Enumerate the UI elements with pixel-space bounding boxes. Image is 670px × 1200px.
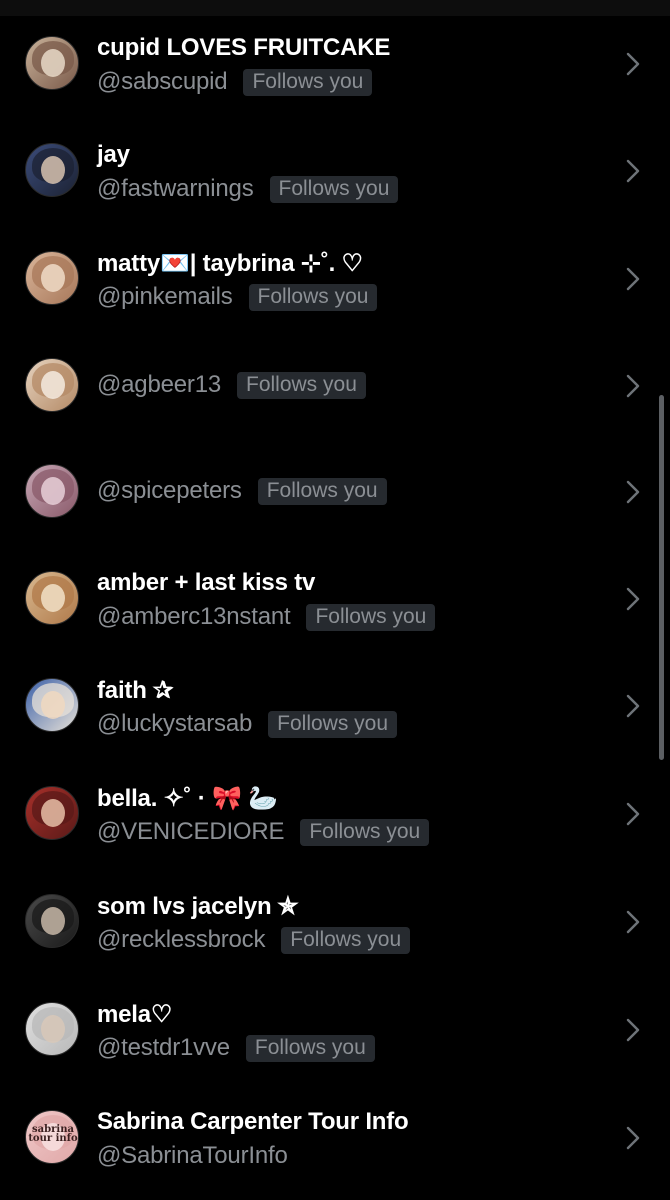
follows-you-badge: Follows you (248, 283, 378, 311)
username-handle: @VENICEDIORE (97, 818, 285, 845)
follows-you-badge: Follows you (268, 710, 398, 738)
display-name: matty💌| taybrina ⊹˚. ♡ (97, 250, 363, 277)
follower-row[interactable]: som lvs jacelyn ✯ @recklessbrock Follows y… (0, 868, 670, 975)
follows-you-badge: Follows you (269, 175, 399, 203)
follows-you-badge: Follows you (237, 371, 366, 399)
display-name: som lvs jacelyn ✯ (97, 893, 298, 920)
avatar[interactable] (25, 358, 79, 412)
avatar-logo-text: sabrina tour info (28, 1124, 78, 1144)
username-handle: @agbeer13 (97, 371, 221, 398)
follower-row[interactable]: @agbeer13 Follows you (0, 332, 670, 439)
username-handle: @testdr1vve (97, 1034, 230, 1061)
chevron-right-icon[interactable] (626, 802, 640, 826)
handle-line: @sabscupid Follows you (97, 67, 373, 97)
avatar[interactable] (25, 571, 79, 625)
avatar[interactable] (25, 678, 79, 732)
avatar[interactable] (25, 143, 79, 197)
follower-row[interactable]: jay @fastwarnings Follows you (0, 117, 670, 224)
username-handle: @pinkemails (97, 283, 233, 310)
chevron-right-icon[interactable] (626, 1126, 640, 1150)
display-name: amber + last kiss tv (97, 569, 316, 596)
chevron-right-icon[interactable] (626, 1018, 640, 1042)
avatar[interactable] (25, 894, 79, 948)
username-handle: @spicepeters (97, 477, 242, 504)
username-handle: @fastwarnings (97, 175, 254, 202)
display-name: bella. ✧˚ · 🎀 🦢 (97, 785, 278, 812)
follower-row[interactable]: @spicepeters Follows you (0, 438, 670, 545)
chevron-right-icon[interactable] (626, 374, 640, 398)
display-name: faith ✰ (97, 677, 174, 704)
handle-line: @recklessbrock Follows you (97, 925, 411, 955)
display-name: mela♡ (97, 1001, 173, 1028)
chevron-right-icon[interactable] (626, 587, 640, 611)
handle-line: @pinkemails Follows you (97, 282, 378, 312)
avatar[interactable]: sabrina tour info (25, 1110, 79, 1164)
chevron-right-icon[interactable] (626, 267, 640, 291)
handle-line: @SabrinaTourInfo (97, 1141, 288, 1171)
follows-you-badge: Follows you (245, 1034, 375, 1062)
follower-row[interactable]: matty💌| taybrina ⊹˚. ♡ @pinkemails Follows… (0, 225, 670, 332)
chevron-right-icon[interactable] (626, 159, 640, 183)
follows-you-badge: Follows you (306, 603, 436, 631)
handle-line: @spicepeters Follows you (97, 476, 387, 506)
avatar[interactable] (25, 1002, 79, 1056)
username-handle: @SabrinaTourInfo (97, 1142, 288, 1169)
follower-row[interactable]: amber + last kiss tv @amberc13nstant Follo… (0, 545, 670, 652)
username-handle: @luckystarsab (97, 710, 253, 737)
follower-row[interactable]: mela♡ @testdr1vve Follows you (0, 976, 670, 1083)
handle-line: @amberc13nstant Follows you (97, 602, 436, 632)
handle-line: @agbeer13 Follows you (97, 370, 366, 400)
display-name: jay (97, 141, 130, 168)
display-name: cupid LOVES FRUITCAKE (97, 34, 391, 61)
avatar[interactable] (25, 786, 79, 840)
handle-line: @fastwarnings Follows you (97, 174, 399, 204)
follower-row[interactable]: sabrina tour info Sabrina Carpenter Tour … (0, 1084, 670, 1191)
follower-row[interactable]: faith ✰ @luckystarsab Follows you (0, 652, 670, 759)
follows-you-badge: Follows you (281, 926, 411, 954)
username-handle: @recklessbrock (97, 926, 266, 953)
follower-row[interactable]: bella. ✧˚ · 🎀 🦢 @VENICEDIORE Follows you (0, 760, 670, 867)
scrollbar[interactable] (659, 395, 664, 760)
handle-line: @luckystarsab Follows you (97, 709, 398, 739)
avatar[interactable] (25, 36, 79, 90)
username-handle: @amberc13nstant (97, 603, 291, 630)
chevron-right-icon[interactable] (626, 910, 640, 934)
avatar[interactable] (25, 464, 79, 518)
username-handle: @sabscupid (97, 68, 228, 95)
display-name: Sabrina Carpenter Tour Info (97, 1108, 409, 1135)
handle-line: @VENICEDIORE Follows you (97, 817, 430, 847)
follows-you-badge: Follows you (300, 818, 430, 846)
avatar[interactable] (25, 251, 79, 305)
chevron-right-icon[interactable] (626, 480, 640, 504)
follows-you-badge: Follows you (243, 68, 373, 96)
chevron-right-icon[interactable] (626, 694, 640, 718)
handle-line: @testdr1vve Follows you (97, 1033, 375, 1063)
follower-row[interactable]: cupid LOVES FRUITCAKE @sabscupid Follows y… (0, 10, 670, 117)
follows-you-badge: Follows you (257, 477, 387, 505)
chevron-right-icon[interactable] (626, 52, 640, 76)
